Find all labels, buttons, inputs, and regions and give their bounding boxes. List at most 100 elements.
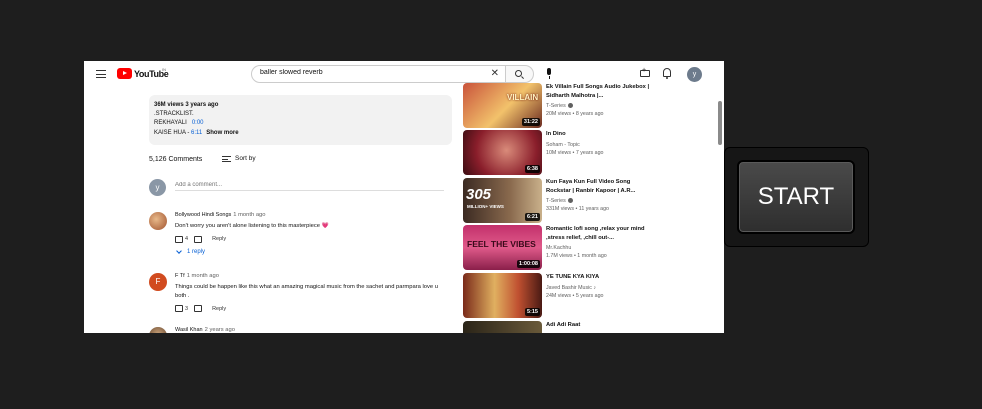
search-icon — [515, 70, 522, 77]
track-name: KAISE HUA - — [154, 129, 190, 136]
description-box[interactable]: 36M views 3 years ago .STRACKLIST. REKHA… — [149, 95, 452, 145]
video-title[interactable]: Adi Adi Raat — [546, 321, 651, 330]
related-video[interactable]: 6:38 In Dino Soham - Topic 10M views • 7… — [463, 130, 653, 175]
track-name: REKHAYALI — [154, 120, 187, 127]
views-date: 36M views 3 years ago — [154, 102, 219, 108]
scrollbar[interactable] — [718, 101, 722, 145]
channel-label: T-Series — [546, 198, 566, 204]
comment-avatar[interactable] — [149, 212, 167, 230]
video-info: Ek Villain Full Songs Audio Jukebox | Si… — [546, 83, 651, 117]
replies-label: 1 reply — [187, 248, 206, 255]
reply-button[interactable]: Reply — [212, 306, 226, 312]
video-title[interactable]: Romantic lofi song ,relax your mind ,str… — [546, 225, 651, 242]
video-meta: 1.7M views • 1 month ago — [546, 253, 607, 259]
add-comment-input[interactable] — [175, 179, 444, 191]
mic-icon[interactable] — [544, 67, 554, 81]
verified-icon — [567, 198, 573, 204]
video-title[interactable]: In Dino — [546, 130, 651, 139]
youtube-window: YouTube IN ✕ y 36M views 3 years ago .ST… — [84, 61, 724, 333]
video-duration: 1:00:08 — [517, 260, 540, 268]
comment-author[interactable]: F Tf — [175, 273, 185, 279]
dislike-icon[interactable] — [194, 235, 203, 243]
video-info: Romantic lofi song ,relax your mind ,str… — [546, 225, 651, 259]
description-line: REKHAYALI 0:00 — [154, 119, 447, 128]
notifications-icon[interactable] — [663, 68, 671, 79]
comment-actions: 3 Reply — [175, 305, 445, 313]
video-meta: 20M views • 8 years ago — [546, 111, 604, 117]
clear-icon[interactable]: ✕ — [491, 68, 499, 80]
related-video[interactable]: 305 MILLION+ VIEWS 6:21 Kun Faya Kun Ful… — [463, 178, 653, 223]
menu-icon[interactable] — [96, 70, 106, 78]
comment-time[interactable]: 1 month ago — [187, 273, 219, 279]
video-info: Kun Faya Kun Full Video Song Rockstar | … — [546, 178, 651, 212]
comment-avatar[interactable] — [149, 327, 167, 333]
search-input[interactable] — [260, 69, 480, 76]
view-replies-button[interactable]: 1 reply — [175, 247, 445, 255]
video-thumbnail[interactable]: 6:38 — [463, 130, 542, 175]
video-thumbnail[interactable]: FEEL THE VIBES 1:00:08 — [463, 225, 542, 270]
start-button[interactable]: START — [737, 160, 855, 234]
stage: YouTube IN ✕ y 36M views 3 years ago .ST… — [0, 0, 982, 409]
search-box: ✕ — [251, 65, 506, 83]
comment-body: Wasil Khan 2 years ago — [175, 327, 445, 333]
comment-avatar[interactable]: F — [149, 273, 167, 291]
logo-country: IN — [162, 67, 166, 72]
user-avatar: y — [149, 179, 166, 196]
create-icon[interactable] — [640, 67, 650, 77]
youtube-play-icon — [117, 68, 132, 79]
dislike-icon[interactable] — [194, 305, 203, 313]
related-video[interactable]: Adi Adi Raat — [463, 321, 653, 333]
video-duration: 6:21 — [524, 213, 540, 221]
related-video[interactable]: VILLAIN 31:22 Ek Villain Full Songs Audi… — [463, 83, 653, 128]
video-duration: 6:38 — [524, 165, 540, 173]
video-thumbnail[interactable]: 305 MILLION+ VIEWS 6:21 — [463, 178, 542, 223]
account-avatar[interactable]: y — [687, 67, 702, 82]
video-title[interactable]: Kun Faya Kun Full Video Song Rockstar | … — [546, 178, 651, 195]
video-title[interactable]: Ek Villain Full Songs Audio Jukebox | Si… — [546, 83, 651, 100]
channel-name[interactable]: Soham - Topic — [546, 142, 651, 148]
video-info: In Dino Soham - Topic 10M views • 7 year… — [546, 130, 651, 156]
sort-label: Sort by — [235, 155, 256, 162]
thumbnail-text: VILLAIN — [507, 93, 539, 102]
like-count: 4 — [185, 236, 189, 243]
video-title[interactable]: YE TUNE KYA KIYA — [546, 273, 651, 282]
show-more-button[interactable]: Show more — [206, 130, 238, 136]
channel-name[interactable]: T-Series — [546, 198, 651, 204]
video-info: YE TUNE KYA KIYA Javed Bashir Music ♪ 24… — [546, 273, 651, 299]
channel-name[interactable]: Javed Bashir Music ♪ — [546, 285, 651, 291]
timestamp-link[interactable]: 0:00 — [192, 120, 204, 126]
comment-body: Bollywood Hindi Songs 1 month ago Don't w… — [175, 212, 445, 255]
comment-time[interactable]: 2 years ago — [205, 327, 235, 333]
comment-actions: 4 Reply — [175, 235, 445, 243]
chevron-down-icon — [176, 247, 182, 254]
like-icon[interactable] — [175, 305, 183, 313]
description-line: .STRACKLIST. — [154, 111, 194, 118]
related-video[interactable]: FEEL THE VIBES 1:00:08 Romantic lofi son… — [463, 225, 653, 270]
video-thumbnail[interactable]: 5:15 — [463, 273, 542, 318]
video-meta: 331M views • 11 years ago — [546, 206, 609, 212]
timestamp-link[interactable]: 6:11 — [191, 130, 202, 136]
like-icon[interactable] — [175, 235, 183, 243]
comment-author[interactable]: Bollywood Hindi Songs — [175, 212, 231, 218]
video-duration: 31:22 — [521, 118, 540, 126]
verified-icon — [567, 103, 573, 109]
description-line: KAISE HUA - 6:11 Show more — [154, 129, 447, 138]
video-info: Adi Adi Raat — [546, 321, 651, 330]
sort-button[interactable]: Sort by — [222, 155, 256, 162]
channel-name[interactable]: T-Series — [546, 103, 651, 109]
like-count: 3 — [185, 305, 189, 312]
youtube-logo[interactable]: YouTube IN — [117, 67, 169, 79]
video-meta: 10M views • 7 years ago — [546, 149, 604, 156]
video-thumbnail[interactable]: VILLAIN 31:22 — [463, 83, 542, 128]
channel-label: T-Series — [546, 103, 566, 109]
video-thumbnail[interactable] — [463, 321, 542, 333]
comment-author[interactable]: Wasil Khan — [175, 327, 203, 333]
sort-icon — [222, 155, 231, 162]
comments-count: 5,126 Comments — [149, 156, 203, 163]
related-video[interactable]: 5:15 YE TUNE KYA KIYA Javed Bashir Music… — [463, 273, 653, 318]
reply-button[interactable]: Reply — [212, 236, 226, 242]
comment-text: Things could be happen like this what an… — [175, 284, 438, 299]
search-button[interactable] — [506, 65, 534, 83]
comment-time[interactable]: 1 month ago — [233, 212, 265, 218]
channel-name[interactable]: Mr.Kachhu — [546, 245, 651, 251]
